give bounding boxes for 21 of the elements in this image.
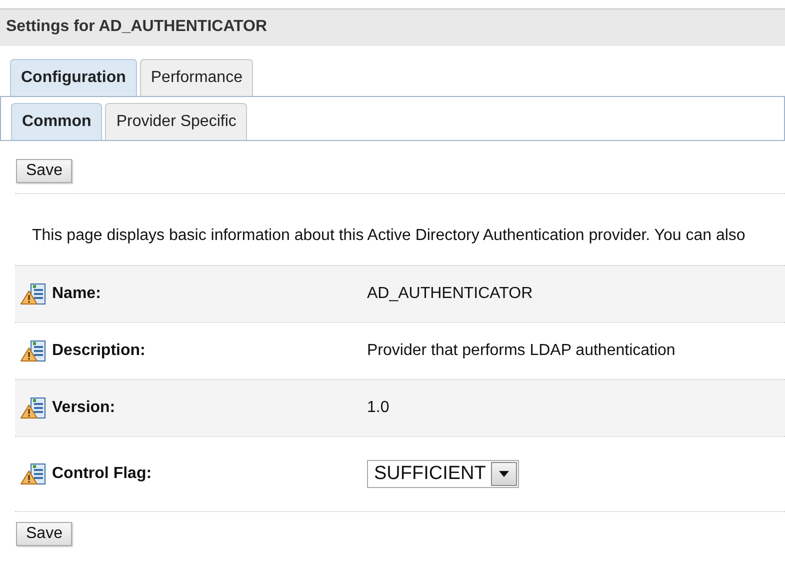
field-label: Control Flag:	[52, 465, 152, 483]
caret-icon	[498, 471, 509, 477]
subtab[interactable]: Common	[11, 103, 102, 140]
field-value: AD_AUTHENTICATOR	[367, 285, 533, 303]
save-button[interactable]: Save	[16, 522, 72, 546]
control-flag-dropdown[interactable]: SUFFICIENT	[367, 460, 519, 488]
warning-document-icon	[20, 462, 48, 486]
field-value: 1.0	[367, 399, 390, 417]
intro-text: This page displays basic information about this Active Directory Authentication provider. You can also	[32, 227, 746, 244]
tab[interactable]: Performance	[140, 59, 254, 96]
field-label: Version:	[52, 399, 116, 417]
warning-document-icon	[20, 396, 48, 420]
tab[interactable]: Configuration	[10, 59, 137, 96]
warning-document-icon	[20, 339, 48, 363]
subtab[interactable]: Provider Specific	[105, 103, 248, 140]
field-label: Description:	[52, 342, 146, 360]
settings-title: Settings for AD_AUTHENTICATOR	[0, 10, 785, 46]
field-label: Name:	[52, 285, 101, 303]
warning-document-icon	[20, 282, 48, 306]
save-button[interactable]: Save	[16, 159, 72, 183]
field-value: Provider that performs LDAP authentication	[367, 342, 676, 360]
